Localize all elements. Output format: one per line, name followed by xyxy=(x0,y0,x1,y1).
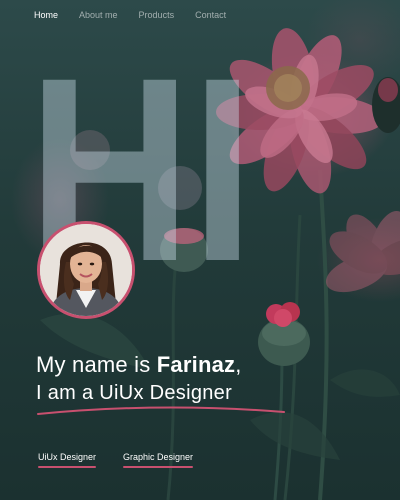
profile-photo-icon xyxy=(40,224,132,316)
nav-about-me[interactable]: About me xyxy=(79,10,118,20)
tag-graphic-designer[interactable]: Graphic Designer xyxy=(123,452,194,468)
nav-products[interactable]: Products xyxy=(139,10,175,20)
role-line: I am a UiUx Designer xyxy=(36,382,233,404)
intro-heading: My name is Farinaz, xyxy=(36,352,242,378)
name-highlight: Farinaz xyxy=(156,352,236,377)
nav-contact[interactable]: Contact xyxy=(195,10,226,20)
tag-uiux-designer[interactable]: UiUx Designer xyxy=(38,452,97,468)
decorative-underline xyxy=(37,406,285,415)
avatar xyxy=(37,221,135,319)
nav-home[interactable]: Home xyxy=(34,10,58,20)
hero-section: Home About me Products Contact HI My nam… xyxy=(0,0,400,500)
intro-prefix: My name is xyxy=(36,352,157,377)
intro-suffix: , xyxy=(235,352,242,377)
top-navigation: Home About me Products Contact xyxy=(34,10,247,20)
